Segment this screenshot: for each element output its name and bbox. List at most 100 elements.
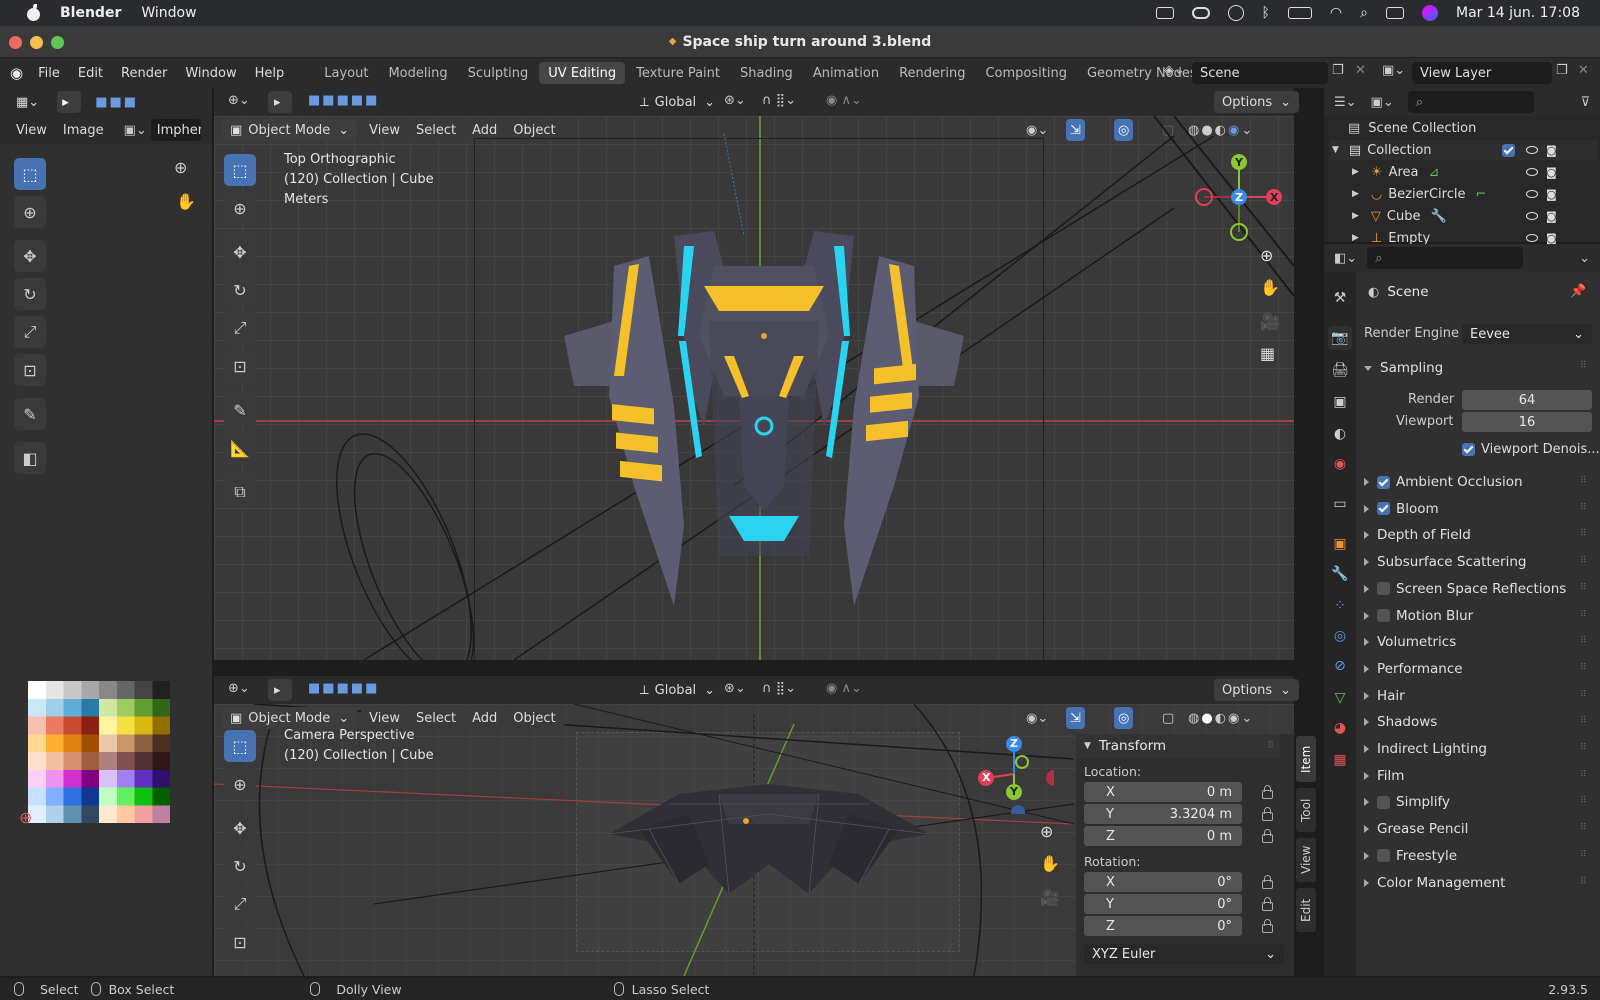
zoom-view-icon-bottom[interactable]: ⊕ bbox=[1040, 822, 1053, 841]
curve-data-icon[interactable]: ⌐ bbox=[1475, 187, 1486, 202]
section-performance[interactable]: Performance bbox=[1364, 661, 1463, 677]
editor-type-3d-icon[interactable]: ⊕⌄ bbox=[228, 93, 250, 108]
uv-scale-tool[interactable]: ⤢ bbox=[14, 316, 46, 348]
cursor-tool-bottom[interactable]: ⊕ bbox=[224, 768, 256, 800]
select-tool-icon-bottom[interactable]: ▸ bbox=[268, 679, 292, 701]
collection-tab-icon[interactable]: ▭ bbox=[1328, 492, 1352, 516]
zoom-window-button[interactable] bbox=[51, 36, 64, 49]
menu-edit[interactable]: Edit bbox=[78, 66, 103, 81]
drag-handle-icon[interactable]: ⠿ bbox=[1580, 796, 1587, 806]
select-tool-icon-top[interactable]: ▸ bbox=[268, 91, 292, 113]
uv-select-box-tool[interactable]: ⬚ bbox=[14, 158, 46, 190]
annotate-tool-top[interactable]: ✎ bbox=[224, 394, 256, 426]
section-indirect-lighting[interactable]: Indirect Lighting bbox=[1364, 741, 1487, 757]
tab-view[interactable]: View bbox=[1296, 838, 1316, 882]
material-tab-icon[interactable]: ◕ bbox=[1328, 716, 1352, 740]
lock-icon[interactable] bbox=[1262, 875, 1273, 889]
outliner-item[interactable]: ▶ ☀ Area ⊿ ◙ bbox=[1330, 162, 1598, 182]
tab-modeling[interactable]: Modeling bbox=[379, 62, 456, 84]
tab-texture-paint[interactable]: Texture Paint bbox=[627, 62, 729, 84]
gizmo-toggle-bottom[interactable]: ⇲ bbox=[1066, 707, 1085, 729]
loc-x-field[interactable]: X0 m bbox=[1084, 782, 1242, 802]
drag-handle-icon[interactable]: ⠿ bbox=[1580, 690, 1587, 700]
eye-icon[interactable] bbox=[1526, 168, 1538, 176]
menu-file[interactable]: File bbox=[38, 66, 60, 81]
overlay-toggle-bottom[interactable]: ◎ bbox=[1114, 707, 1134, 729]
play-icon[interactable] bbox=[1227, 5, 1244, 21]
options-dropdown-top[interactable]: Options ⌄ bbox=[1214, 91, 1300, 113]
section-screen-space-reflections[interactable]: Screen Space Reflections bbox=[1364, 581, 1566, 597]
drag-handle-icon[interactable]: ⠿ bbox=[1580, 583, 1587, 593]
camera-view-icon-bottom[interactable]: 🎥 bbox=[1040, 888, 1060, 907]
uv-transform-tool[interactable]: ⊡ bbox=[14, 354, 46, 386]
expand-arrow-icon[interactable]: ▶ bbox=[1352, 211, 1359, 221]
section-volumetrics[interactable]: Volumetrics bbox=[1364, 634, 1456, 650]
loc-y-field[interactable]: Y 3.3204 m bbox=[1084, 804, 1242, 824]
transform-tool-bottom[interactable]: ⊡ bbox=[224, 926, 256, 958]
outliner-collection[interactable]: ▼ ▤ Collection ◙ bbox=[1330, 140, 1598, 160]
menu-object-bottom[interactable]: Object bbox=[505, 707, 564, 729]
proportional-edit-icon-bottom[interactable]: ◉ ∧⌄ bbox=[826, 681, 862, 696]
tab-shading[interactable]: Shading bbox=[731, 62, 802, 84]
select-mode-icons-top[interactable]: ■■■■■ bbox=[308, 93, 379, 108]
camera-icon[interactable]: ◙ bbox=[1546, 232, 1557, 245]
viewport-top[interactable]: ▣ Object Mode ⌄ View Select Add Object ◉⌄ … bbox=[214, 116, 1294, 660]
zoom-icon[interactable]: ⊕ bbox=[174, 158, 187, 177]
drag-handle-icon[interactable]: ⠿ bbox=[1267, 741, 1274, 751]
tab-geometry-nodes[interactable]: Geometry Nodes bbox=[1078, 62, 1206, 84]
filter-icon[interactable]: ⊽ bbox=[1580, 95, 1590, 110]
new-scene-icon[interactable]: ❐ bbox=[1332, 63, 1344, 78]
drag-handle-icon[interactable]: ⠿ bbox=[1580, 503, 1587, 513]
drag-handle-icon[interactable]: ⠿ bbox=[1580, 476, 1587, 486]
section-bloom[interactable]: Bloom bbox=[1364, 501, 1439, 517]
data-tab-icon[interactable]: ▽ bbox=[1328, 686, 1352, 710]
section-ambient-occlusion[interactable]: Ambient Occlusion bbox=[1364, 474, 1523, 490]
battery-icon[interactable] bbox=[1287, 7, 1312, 19]
properties-editor-icon[interactable]: ◧⌄ bbox=[1334, 251, 1357, 266]
section-depth-of-field[interactable]: Depth of Field bbox=[1364, 527, 1471, 543]
tab-compositing[interactable]: Compositing bbox=[976, 62, 1076, 84]
zoom-view-icon-top[interactable]: ⊕ bbox=[1260, 246, 1273, 265]
delete-scene-icon[interactable]: ✕ bbox=[1355, 63, 1366, 78]
section-checkbox[interactable] bbox=[1377, 582, 1390, 596]
lock-icon[interactable] bbox=[1262, 807, 1273, 821]
image-browse-icon[interactable]: ▣⌄ bbox=[124, 123, 147, 138]
drag-handle-icon[interactable]: ⠿ bbox=[1580, 556, 1587, 566]
expand-arrow-icon[interactable]: ▼ bbox=[1332, 145, 1339, 155]
section-sampling[interactable]: Sampling bbox=[1364, 360, 1443, 376]
outliner-item[interactable]: ▶ ▽ Cube 🔧 ◙ bbox=[1330, 206, 1598, 226]
tab-edit[interactable]: Edit bbox=[1296, 888, 1316, 932]
drag-handle-icon[interactable]: ⠿ bbox=[1580, 663, 1587, 673]
tab-uv-editing[interactable]: UV Editing bbox=[539, 62, 626, 84]
rotation-mode-dropdown[interactable]: XYZ Euler ⌄ bbox=[1084, 944, 1284, 964]
drag-handle-icon[interactable]: ⠿ bbox=[1580, 823, 1587, 833]
render-tab-icon[interactable]: 📷 bbox=[1328, 326, 1352, 350]
expand-arrow-icon[interactable]: ▶ bbox=[1352, 167, 1359, 177]
drag-handle-icon[interactable]: ⠿ bbox=[1580, 361, 1587, 371]
properties-search-input[interactable]: ⌕ bbox=[1367, 247, 1524, 269]
tab-animation[interactable]: Animation bbox=[804, 62, 888, 84]
delete-view-layer-icon[interactable]: ✕ bbox=[1578, 63, 1589, 78]
outliner-scene-collection[interactable]: ▤ Scene Collection bbox=[1348, 118, 1476, 138]
drag-handle-icon[interactable]: ⠿ bbox=[1580, 877, 1587, 887]
section-hair[interactable]: Hair bbox=[1364, 688, 1405, 704]
snap-icon-bottom[interactable]: ∩ ⣿⌄ bbox=[762, 681, 796, 696]
uv-menu-image[interactable]: Image bbox=[63, 123, 104, 138]
transform-panel-header[interactable]: ▼ Transform ⠿ bbox=[1076, 734, 1280, 758]
select-box-tool-top[interactable]: ⬚ bbox=[224, 154, 256, 186]
move-tool-bottom[interactable]: ✥ bbox=[224, 812, 256, 844]
section-checkbox[interactable] bbox=[1377, 795, 1390, 809]
lock-icon[interactable] bbox=[1262, 897, 1273, 911]
xray-icon-bottom[interactable]: ▢ bbox=[1162, 711, 1174, 726]
drag-handle-icon[interactable]: ⠿ bbox=[1580, 743, 1587, 753]
lock-icon[interactable] bbox=[1262, 829, 1273, 843]
viewport-samples-field[interactable]: 16 bbox=[1462, 412, 1592, 432]
loc-z-field[interactable]: Z0 m bbox=[1084, 826, 1242, 846]
shading-modes-bottom[interactable]: ◍●◐◉⌄ bbox=[1188, 711, 1254, 726]
render-engine-dropdown[interactable]: Eevee ⌄ bbox=[1462, 324, 1592, 344]
uv-cursor-tool[interactable]: ⊕ bbox=[14, 196, 46, 228]
uv-move-tool[interactable]: ✥ bbox=[14, 240, 46, 272]
outliner-search-input[interactable]: ⌕ bbox=[1407, 91, 1534, 113]
camera-icon[interactable]: ◙ bbox=[1546, 144, 1557, 157]
creative-cloud-icon[interactable] bbox=[1191, 7, 1210, 19]
